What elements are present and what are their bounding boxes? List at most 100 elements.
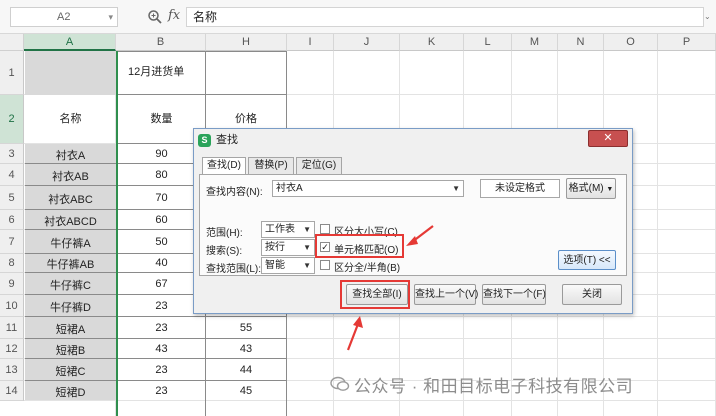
cell-qty[interactable]: 23 bbox=[118, 381, 205, 401]
close-button[interactable]: 关闭 bbox=[562, 284, 622, 305]
row-header-6[interactable]: 6 bbox=[0, 210, 24, 230]
cell-qty[interactable]: 67 bbox=[118, 273, 205, 295]
format-status: 未设定格式 bbox=[480, 179, 560, 198]
cell-name[interactable]: 短裙C bbox=[25, 359, 116, 381]
cell-name[interactable]: 牛仔裤C bbox=[25, 273, 116, 295]
lookin-select[interactable]: 智能 ▼ bbox=[261, 257, 315, 274]
formula-input[interactable]: 名称 bbox=[186, 7, 704, 27]
column-header-b[interactable]: B bbox=[116, 34, 206, 51]
cell-qty[interactable]: 23 bbox=[118, 317, 205, 339]
scope-label: 范围(H): bbox=[206, 228, 243, 239]
column-header-o[interactable]: O bbox=[604, 34, 658, 51]
chevron-down-icon[interactable]: ▼ bbox=[452, 181, 460, 196]
sheet-title[interactable]: 12月进货单 bbox=[118, 51, 286, 94]
cell-name[interactable]: 衬衣ABC bbox=[25, 186, 116, 210]
find-next-button[interactable]: 查找下一个(F) bbox=[482, 284, 546, 305]
format-button[interactable]: 格式(M) ▼ bbox=[566, 178, 616, 199]
match-case-checkbox[interactable] bbox=[320, 224, 330, 234]
arrow-icon bbox=[406, 225, 434, 246]
column-header-m[interactable]: M bbox=[512, 34, 558, 51]
row-header-13[interactable]: 13 bbox=[0, 359, 24, 381]
row-header-5[interactable]: 5 bbox=[0, 186, 24, 210]
column-header-p[interactable]: P bbox=[658, 34, 716, 51]
match-width-checkbox[interactable] bbox=[320, 260, 330, 270]
row-header-11[interactable]: 11 bbox=[0, 317, 24, 339]
highlight-box-match-cell bbox=[315, 234, 404, 258]
row-header-9[interactable]: 9 bbox=[0, 273, 24, 295]
select-all-corner[interactable] bbox=[0, 34, 24, 51]
row-header-2[interactable]: 2 bbox=[0, 95, 24, 144]
cell-price[interactable]: 43 bbox=[206, 339, 286, 359]
column-header-n[interactable]: N bbox=[558, 34, 604, 51]
column-header-h[interactable]: H bbox=[206, 34, 287, 51]
cell-qty[interactable]: 60 bbox=[118, 210, 205, 230]
row-header-14[interactable]: 14 bbox=[0, 381, 24, 401]
expand-formula-icon[interactable]: ⌄ bbox=[704, 7, 714, 27]
tab-goto[interactable]: 定位(G) bbox=[296, 157, 342, 174]
cell-name[interactable]: 短裙D bbox=[25, 381, 116, 401]
column-header-l[interactable]: L bbox=[464, 34, 512, 51]
cell-qty[interactable]: 90 bbox=[118, 144, 205, 164]
cell-name[interactable]: 牛仔裤A bbox=[25, 230, 116, 254]
cell-name[interactable]: 衬衣A bbox=[25, 144, 116, 164]
name-box[interactable]: A2 ▾ bbox=[10, 7, 118, 27]
row-header-1[interactable]: 1 bbox=[0, 51, 24, 95]
cell-a1[interactable] bbox=[25, 51, 116, 95]
lookin-label: 查找范围(L): bbox=[206, 264, 261, 275]
find-prev-button[interactable]: 查找上一个(V) bbox=[414, 284, 478, 305]
match-width-label: 区分全/半角(B) bbox=[334, 263, 401, 274]
cell-price[interactable]: 55 bbox=[206, 317, 286, 339]
cell-price[interactable]: 44 bbox=[206, 359, 286, 381]
close-icon[interactable]: ✕ bbox=[588, 130, 628, 147]
find-input[interactable]: 衬衣A ▼ bbox=[272, 180, 464, 197]
wechat-icon bbox=[330, 376, 350, 391]
dialog-title: 查找 bbox=[216, 134, 238, 146]
scope-select[interactable]: 工作表 ▼ bbox=[261, 221, 315, 238]
grid-line bbox=[657, 51, 658, 416]
cell-name[interactable]: 牛仔裤D bbox=[25, 295, 116, 317]
cell-qty[interactable]: 23 bbox=[118, 359, 205, 381]
column-header-a[interactable]: A bbox=[24, 34, 116, 51]
tab-replace[interactable]: 替换(P) bbox=[248, 157, 294, 174]
row-header-12[interactable]: 12 bbox=[0, 339, 24, 359]
cell-name[interactable]: 牛仔裤AB bbox=[25, 254, 116, 273]
search-select[interactable]: 按行 ▼ bbox=[261, 239, 315, 256]
cell-qty[interactable]: 50 bbox=[118, 230, 205, 254]
search-value: 按行 bbox=[265, 242, 285, 253]
column-header-i[interactable]: I bbox=[287, 34, 334, 51]
cell-qty[interactable]: 40 bbox=[118, 254, 205, 273]
cell-qty[interactable]: 70 bbox=[118, 186, 205, 210]
tab-find[interactable]: 查找(D) bbox=[202, 157, 246, 175]
zoom-icon[interactable] bbox=[147, 9, 163, 25]
cell-name[interactable]: 衬衣AB bbox=[25, 164, 116, 186]
find-dialog: S 查找 ✕ 查找(D) 替换(P) 定位(G) 查找内容(N): 衬衣A ▼ 未… bbox=[193, 128, 633, 314]
arrow-icon bbox=[346, 316, 363, 351]
fx-icon[interactable]: fx bbox=[168, 8, 180, 23]
cell-qty[interactable]: 80 bbox=[118, 164, 205, 186]
name-box-value: A2 bbox=[57, 11, 71, 23]
row-header-8[interactable]: 8 bbox=[0, 254, 24, 273]
row-header-3[interactable]: 3 bbox=[0, 144, 24, 164]
search-label: 搜索(S): bbox=[206, 246, 243, 257]
chevron-down-icon: ▼ bbox=[303, 261, 311, 270]
chevron-down-icon: ▼ bbox=[606, 186, 614, 193]
header-qty[interactable]: 数量 bbox=[118, 95, 205, 143]
cell-qty[interactable]: 43 bbox=[118, 339, 205, 359]
row-header-10[interactable]: 10 bbox=[0, 295, 24, 317]
options-button[interactable]: 选项(T) << bbox=[558, 250, 616, 270]
chevron-down-icon: ▼ bbox=[303, 243, 311, 252]
cell-price[interactable]: 45 bbox=[206, 381, 286, 401]
cell-qty[interactable]: 23 bbox=[118, 295, 205, 317]
chevron-down-icon[interactable]: ▾ bbox=[108, 8, 113, 26]
chevron-down-icon: ▼ bbox=[303, 225, 311, 234]
column-header-k[interactable]: K bbox=[400, 34, 464, 51]
cell-name[interactable]: 短裙B bbox=[25, 339, 116, 359]
cell-name[interactable]: 短裙A bbox=[25, 317, 116, 339]
header-name[interactable]: 名称 bbox=[25, 95, 116, 143]
cell-name[interactable]: 衬衣ABCD bbox=[25, 210, 116, 230]
scope-value: 工作表 bbox=[265, 224, 295, 235]
row-header-4[interactable]: 4 bbox=[0, 164, 24, 186]
row-header-7[interactable]: 7 bbox=[0, 230, 24, 254]
find-input-value: 衬衣A bbox=[276, 183, 303, 194]
column-header-j[interactable]: J bbox=[334, 34, 400, 51]
